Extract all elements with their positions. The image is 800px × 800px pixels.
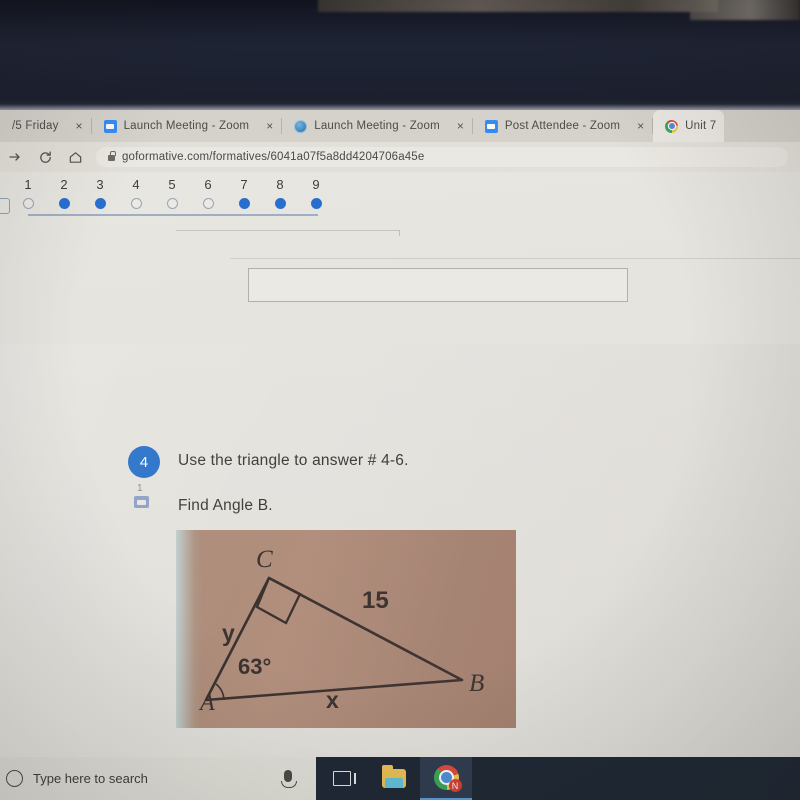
home-button[interactable] [60, 142, 90, 172]
step-dot [130, 198, 142, 209]
step-number: 5 [168, 177, 176, 192]
close-icon[interactable]: × [637, 120, 644, 132]
zoom-favicon-icon [484, 119, 498, 133]
task-view-icon [333, 771, 357, 786]
step-number: 3 [96, 177, 104, 192]
close-icon[interactable]: × [457, 120, 464, 132]
formative-page: 1 2 3 4 5 6 7 8 9 4 Use the triangle to … [0, 172, 800, 800]
step-dot [238, 198, 250, 209]
lock-icon [108, 151, 116, 161]
photo-glare [176, 530, 202, 728]
question-number-badge: 4 [128, 446, 160, 478]
browser-tab-2[interactable]: Launch Meeting - Zoom × [282, 110, 472, 142]
short-answer-icon [134, 496, 149, 508]
step-number: 6 [204, 177, 212, 192]
browser-tabstrip: /5 Friday × Launch Meeting - Zoom × Laun… [0, 110, 800, 142]
figure-side-label-15: 15 [362, 587, 389, 614]
step-number: 8 [276, 177, 284, 192]
question-subprompt: Find Angle B. [178, 497, 273, 514]
browser-tab-1[interactable]: Launch Meeting - Zoom × [91, 110, 282, 142]
figure-side-label-x: x [326, 687, 339, 713]
address-bar[interactable]: goformative.com/formatives/6041a07f5a8dd… [96, 147, 788, 167]
tab-title: Launch Meeting - Zoom [123, 120, 250, 132]
figure-label-a: A [200, 690, 215, 716]
step-item-1[interactable]: 1 [15, 178, 41, 209]
question-points: 1 [137, 483, 143, 494]
browser-tab-0[interactable]: /5 Friday × [0, 110, 91, 142]
file-explorer-button[interactable] [368, 757, 420, 800]
tab-title: /5 Friday [12, 120, 59, 132]
card-top-border [176, 230, 400, 231]
chrome-icon: N [433, 765, 462, 792]
step-dot [58, 198, 70, 209]
zoom-favicon-icon [103, 119, 117, 133]
figure-label-b: B [469, 670, 485, 697]
question-prompt: Use the triangle to answer # 4-6. [178, 452, 409, 469]
step-item-7[interactable]: 7 [231, 178, 257, 209]
step-dot [94, 198, 106, 209]
answer-input[interactable] [248, 268, 628, 302]
chrome-favicon-icon [665, 119, 679, 133]
step-item-6[interactable]: 6 [195, 178, 221, 209]
figure-angle-label-63: 63° [238, 654, 272, 679]
browser-toolbar: goformative.com/formatives/6041a07f5a8dd… [0, 142, 800, 172]
stepnav-connector-line [28, 214, 318, 216]
stepnav-left-stub[interactable] [0, 198, 10, 214]
tab-title: Launch Meeting - Zoom [314, 120, 440, 132]
bezel-reflection [318, 0, 718, 12]
close-icon[interactable]: × [76, 120, 83, 132]
taskbar-search-box[interactable]: Type here to search [0, 757, 316, 800]
step-dot [310, 198, 322, 209]
card-column-divider [399, 230, 400, 236]
chrome-taskbar-button[interactable]: N [420, 757, 472, 800]
step-number: 2 [60, 177, 68, 192]
step-item-4[interactable]: 4 [123, 178, 149, 209]
triangle-figure-image: C B A 15 y x 63° [176, 530, 516, 728]
reload-button[interactable] [30, 142, 60, 172]
step-item-8[interactable]: 8 [267, 178, 293, 209]
windows-taskbar: Type here to search N [0, 757, 800, 800]
browser-tab-3[interactable]: Post Attendee - Zoom × [472, 110, 653, 142]
answer-panel-divider [230, 258, 800, 259]
close-icon[interactable]: × [266, 120, 273, 132]
task-view-button[interactable] [316, 757, 368, 800]
browser-tab-4-active[interactable]: Unit 7 [653, 110, 725, 142]
step-dot [274, 198, 286, 209]
globe-favicon-icon [294, 119, 308, 133]
step-number: 7 [240, 177, 248, 192]
step-item-3[interactable]: 3 [87, 178, 113, 209]
step-number: 4 [132, 177, 140, 192]
step-item-9[interactable]: 9 [303, 178, 329, 209]
step-number: 9 [312, 177, 320, 192]
tab-title: Post Attendee - Zoom [504, 120, 621, 132]
figure-label-c: C [256, 546, 273, 573]
forward-button[interactable] [0, 142, 30, 172]
search-icon [6, 770, 23, 787]
tab-title: Unit 7 [685, 120, 717, 132]
search-placeholder-text: Type here to search [33, 771, 148, 786]
step-item-2[interactable]: 2 [51, 178, 77, 209]
step-dot [202, 198, 214, 209]
taskbar-icons: N [316, 757, 472, 800]
photo-of-screen: /5 Friday × Launch Meeting - Zoom × Laun… [0, 0, 800, 800]
folder-icon [382, 765, 406, 788]
chrome-badge: N [448, 779, 462, 792]
step-dot [166, 198, 178, 209]
step-item-5[interactable]: 5 [159, 178, 185, 209]
microphone-icon[interactable] [281, 770, 297, 788]
address-bar-url: goformative.com/formatives/6041a07f5a8dd… [122, 151, 425, 163]
question-step-navigation: 1 2 3 4 5 6 7 8 9 [0, 178, 340, 222]
step-dot [22, 198, 34, 209]
step-number: 1 [24, 177, 32, 192]
screen-bezel-top [0, 0, 800, 112]
bezel-reflection-right [690, 0, 800, 20]
figure-side-label-y: y [222, 620, 235, 646]
browser-chrome: /5 Friday × Launch Meeting - Zoom × Laun… [0, 110, 800, 172]
